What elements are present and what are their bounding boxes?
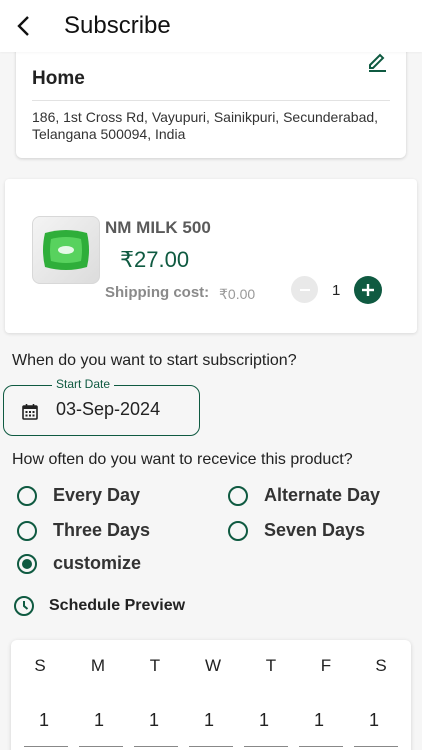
- calendar-day-header: W: [204, 656, 222, 675]
- calendar-quantity-input[interactable]: 1: [134, 710, 174, 731]
- product-name: NM MILK 500: [105, 218, 211, 237]
- input-underline: [24, 746, 68, 747]
- divider: [32, 100, 390, 101]
- shipping-cost-value: ₹0.00: [219, 286, 256, 302]
- option-seven-days[interactable]: Seven Days: [228, 520, 365, 541]
- option-three-days[interactable]: Three Days: [17, 520, 150, 541]
- radio-unselected-icon: [17, 520, 37, 541]
- calendar-day-header: T: [265, 656, 277, 675]
- page-title: Subscribe: [64, 12, 171, 39]
- calendar-quantity-input[interactable]: 1: [24, 710, 64, 731]
- calendar-day-header: S: [375, 656, 387, 675]
- decrease-quantity-button[interactable]: [291, 276, 318, 303]
- start-date-question: When do you want to start subscription?: [12, 352, 297, 369]
- address-type: Home: [32, 68, 85, 89]
- option-label: Three Days: [53, 520, 151, 540]
- edit-icon: [369, 53, 386, 72]
- schedule-preview-button[interactable]: Schedule Preview: [13, 595, 185, 617]
- input-underline: [354, 746, 398, 747]
- option-every-day[interactable]: Every Day: [17, 485, 140, 506]
- calendar-quantity-input[interactable]: 1: [299, 710, 339, 731]
- schedule-calendar: S M T W T F S 1 1 1 1 1 1 1: [11, 640, 411, 750]
- calendar-day-header: F: [320, 656, 332, 675]
- radio-selected-icon: [17, 553, 37, 574]
- input-underline: [189, 746, 233, 747]
- calendar-quantity-input[interactable]: 1: [79, 710, 119, 731]
- edit-address-button[interactable]: [366, 50, 388, 77]
- input-underline: [244, 746, 288, 747]
- option-label: Alternate Day: [264, 485, 381, 505]
- product-price: ₹27.00: [120, 247, 190, 272]
- calendar-quantity-input[interactable]: 1: [354, 710, 394, 731]
- clock-icon: [14, 596, 34, 616]
- option-label: Seven Days: [264, 520, 366, 540]
- schedule-preview-label: Schedule Preview: [49, 597, 186, 614]
- input-underline: [299, 746, 343, 747]
- calendar-day-header: T: [149, 656, 161, 675]
- option-label: customize: [53, 553, 142, 573]
- start-date-label: Start Date: [52, 377, 115, 391]
- back-button[interactable]: [10, 12, 38, 40]
- quantity-value: 1: [332, 282, 341, 299]
- milk-packet-icon: [43, 230, 89, 270]
- calendar-quantity-input[interactable]: 1: [244, 710, 284, 731]
- calendar-day-header: S: [34, 656, 46, 675]
- address-text: 186, 1st Cross Rd, Vayupuri, Sainikpuri,…: [32, 109, 379, 142]
- radio-unselected-icon: [228, 520, 248, 541]
- calendar-day-header: M: [90, 656, 106, 675]
- option-alternate-day[interactable]: Alternate Day: [228, 485, 380, 506]
- input-underline: [79, 746, 123, 747]
- radio-unselected-icon: [17, 485, 37, 506]
- calendar-icon: [22, 404, 38, 420]
- calendar-quantity-input[interactable]: 1: [189, 710, 229, 731]
- app-header: Subscribe: [0, 0, 422, 52]
- input-underline: [134, 746, 178, 747]
- start-date-value: 03-Sep-2024: [56, 399, 161, 419]
- minus-icon: [299, 288, 310, 291]
- frequency-question: How often do you want to recevice this p…: [12, 451, 353, 468]
- product-image: [32, 216, 100, 284]
- shipping-cost-label: Shipping cost:: [105, 284, 210, 301]
- option-customize[interactable]: customize: [17, 553, 141, 574]
- plus-icon: [362, 284, 374, 296]
- increase-quantity-button[interactable]: [354, 276, 382, 304]
- option-label: Every Day: [53, 485, 141, 505]
- arrow-back-icon: [17, 16, 29, 36]
- start-date-field[interactable]: Start Date 03-Sep-2024: [3, 377, 200, 436]
- product-card: NM MILK 500 ₹27.00 Shipping cost: ₹0.00 …: [5, 179, 417, 333]
- radio-unselected-icon: [228, 485, 248, 506]
